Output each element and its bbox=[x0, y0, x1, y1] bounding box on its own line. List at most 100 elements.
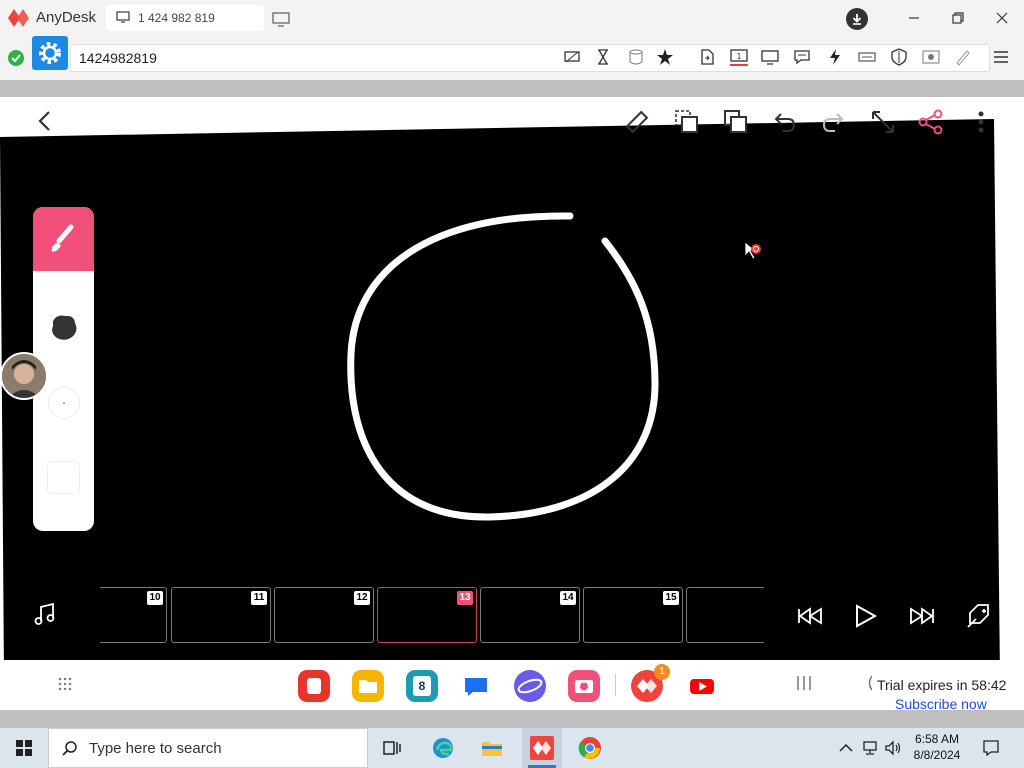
youtube-app-icon[interactable] bbox=[686, 670, 718, 702]
session-tab[interactable]: 1 424 982 819 bbox=[106, 5, 264, 31]
back-arrow-icon[interactable] bbox=[34, 109, 56, 133]
music-icon[interactable] bbox=[32, 601, 58, 627]
record-icon[interactable] bbox=[922, 48, 940, 66]
frame-number: 15 bbox=[663, 591, 679, 605]
calendar-app-icon[interactable]: 8 bbox=[406, 670, 438, 702]
clock-time: 6:58 AM bbox=[914, 732, 960, 746]
notes-app-icon[interactable] bbox=[298, 670, 330, 702]
add-frame-icon[interactable] bbox=[964, 601, 994, 631]
bottom-separator bbox=[0, 710, 1024, 728]
app-name: AnyDesk bbox=[36, 9, 97, 26]
timeline-frame[interactable] bbox=[686, 587, 764, 643]
remote-cursor-icon bbox=[744, 241, 761, 260]
skip-to-end-icon[interactable] bbox=[907, 601, 937, 631]
new-session-icon[interactable] bbox=[272, 12, 290, 27]
calendar-day: 8 bbox=[413, 676, 431, 696]
lightning-icon[interactable] bbox=[826, 48, 844, 66]
timeline-frame-active[interactable]: 13 bbox=[377, 587, 477, 643]
hourglass-icon[interactable] bbox=[594, 48, 612, 66]
brush-icon bbox=[51, 224, 74, 252]
windows-taskbar: Type here to search 6:58 AM 8/8/2024 bbox=[0, 728, 1024, 768]
copy-frame-icon[interactable] bbox=[674, 109, 700, 135]
network-icon[interactable] bbox=[862, 739, 880, 757]
camera-app-icon[interactable] bbox=[568, 670, 600, 702]
search-placeholder: Type here to search bbox=[89, 740, 222, 757]
start-button[interactable] bbox=[0, 728, 48, 768]
session-tab-label: 1 424 982 819 bbox=[138, 11, 215, 25]
anydesk-title-bar: AnyDesk 1 424 982 819 bbox=[0, 0, 1024, 36]
address-bar[interactable]: 1424982819 bbox=[70, 44, 990, 72]
recents-icon[interactable] bbox=[795, 674, 813, 692]
color-dot-icon bbox=[63, 402, 65, 404]
play-icon[interactable] bbox=[850, 601, 880, 631]
taskbar-search-box[interactable]: Type here to search bbox=[48, 728, 368, 768]
monitor-icon bbox=[116, 11, 130, 23]
clock-date: 8/8/2024 bbox=[913, 748, 961, 762]
android-dock: 8 1 bbox=[0, 660, 1024, 710]
files-app-icon[interactable] bbox=[352, 670, 384, 702]
anydesk-taskbar-icon bbox=[528, 736, 556, 768]
anydesk-logo-icon bbox=[8, 9, 29, 27]
frame-number: 10 bbox=[147, 591, 163, 605]
menu-icon[interactable] bbox=[992, 48, 1010, 66]
notifications-icon[interactable] bbox=[982, 739, 1000, 757]
maximize-button[interactable] bbox=[948, 8, 968, 28]
timeline-frame[interactable]: 14 bbox=[480, 587, 580, 643]
download-button[interactable] bbox=[846, 8, 868, 30]
star-icon[interactable] bbox=[656, 48, 674, 66]
duplicate-icon[interactable] bbox=[723, 109, 749, 135]
avatar[interactable] bbox=[0, 352, 48, 400]
chat-icon[interactable] bbox=[793, 48, 811, 66]
screen-icon[interactable] bbox=[761, 48, 779, 66]
pen-icon[interactable] bbox=[954, 48, 972, 66]
messages-app-icon[interactable] bbox=[460, 670, 492, 702]
search-icon bbox=[62, 741, 77, 756]
more-options-icon[interactable] bbox=[968, 109, 994, 135]
color-picker-button[interactable] bbox=[48, 387, 80, 419]
display-settings-icon[interactable] bbox=[563, 48, 581, 66]
anydesk-taskbar-button[interactable] bbox=[522, 728, 562, 768]
notification-badge: 1 bbox=[654, 664, 670, 680]
address-input[interactable]: 1424982819 bbox=[79, 50, 157, 66]
timeline-frame[interactable]: 11 bbox=[171, 587, 271, 643]
brush-tool-button[interactable] bbox=[33, 207, 94, 271]
chrome-icon[interactable] bbox=[578, 736, 602, 760]
skip-to-start-icon[interactable] bbox=[795, 601, 825, 631]
timeline-frame[interactable]: 15 bbox=[583, 587, 683, 643]
monitor-1-icon[interactable]: 1 bbox=[730, 48, 748, 66]
edge-icon[interactable] bbox=[431, 736, 455, 760]
database-icon[interactable] bbox=[627, 48, 645, 66]
eraser-tool-button[interactable] bbox=[47, 461, 80, 494]
timeline-frame[interactable]: 12 bbox=[274, 587, 374, 643]
timeline-frame[interactable]: 10 bbox=[100, 587, 167, 643]
internet-app-icon[interactable] bbox=[514, 670, 546, 702]
shield-icon[interactable] bbox=[890, 48, 908, 66]
app-grid-icon[interactable] bbox=[57, 676, 73, 692]
frame-number: 13 bbox=[457, 591, 473, 605]
remote-screen[interactable]: 10 11 12 13 14 15 8 1 Trial expires in 5… bbox=[0, 97, 1024, 710]
volume-icon[interactable] bbox=[884, 739, 902, 757]
subscribe-link[interactable]: Subscribe now bbox=[895, 696, 987, 710]
task-view-icon[interactable] bbox=[380, 736, 404, 760]
svg-text:1: 1 bbox=[736, 52, 741, 61]
share-icon[interactable] bbox=[918, 109, 944, 135]
expand-icon[interactable] bbox=[870, 109, 896, 135]
close-icon bbox=[996, 12, 1008, 24]
ruler-icon[interactable] bbox=[624, 109, 650, 135]
undo-icon[interactable] bbox=[772, 109, 798, 135]
tray-expand-icon[interactable] bbox=[838, 741, 854, 755]
brush-size-icon[interactable] bbox=[47, 311, 81, 345]
settings-button[interactable] bbox=[32, 36, 68, 70]
taskbar-clock[interactable]: 6:58 AM 8/8/2024 bbox=[902, 731, 972, 763]
close-button[interactable] bbox=[992, 8, 1012, 28]
restore-icon bbox=[952, 12, 964, 24]
redo-icon[interactable] bbox=[820, 109, 846, 135]
anydesk-toolbar: 1424982819 1 bbox=[0, 36, 1024, 80]
file-explorer-icon[interactable] bbox=[480, 736, 504, 760]
frame-timeline: 10 11 12 13 14 15 bbox=[100, 587, 764, 645]
file-transfer-icon[interactable] bbox=[698, 48, 716, 66]
minimize-button[interactable] bbox=[904, 8, 924, 28]
avatar-image bbox=[2, 354, 46, 398]
frame-number: 12 bbox=[354, 591, 370, 605]
keyboard-icon[interactable] bbox=[858, 48, 876, 66]
